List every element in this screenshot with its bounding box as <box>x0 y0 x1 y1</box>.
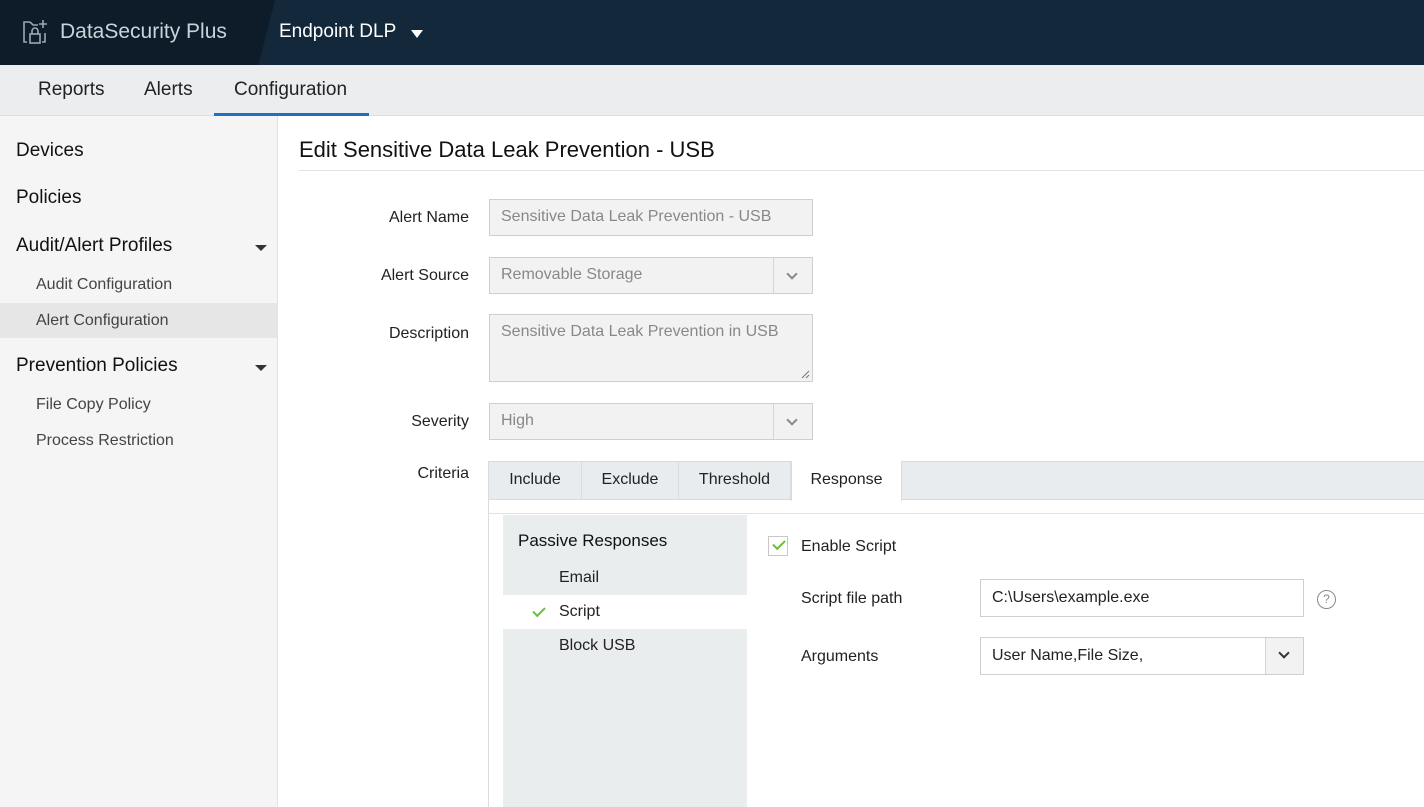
arguments-select[interactable]: User Name,File Size, <box>980 637 1304 675</box>
caret-down-icon[interactable] <box>255 365 267 371</box>
check-icon <box>532 603 546 618</box>
product-selector[interactable]: Endpoint DLP <box>279 21 396 43</box>
chevron-down-icon <box>1278 647 1290 659</box>
alert-name-field[interactable]: Sensitive Data Leak Prevention - USB <box>489 199 813 236</box>
dropdown-button[interactable] <box>1265 638 1303 674</box>
tab-reports[interactable]: Reports <box>18 65 125 116</box>
alert-name-label: Alert Name <box>388 209 469 226</box>
tab-threshold[interactable]: Threshold <box>679 461 791 500</box>
main-nav: Reports Alerts Configuration <box>0 65 1424 116</box>
alert-source-label: Alert Source <box>380 267 469 284</box>
help-icon[interactable]: ? <box>1317 590 1336 609</box>
passive-responses-title: Passive Responses <box>518 531 668 550</box>
alert-source-value: Removable Storage <box>501 266 643 283</box>
response-item-email[interactable]: Email <box>503 561 747 595</box>
criteria-tabs: Include Exclude Threshold Response <box>488 461 1424 501</box>
response-item-label: Block USB <box>559 637 636 654</box>
dropdown-button[interactable] <box>773 258 812 293</box>
severity-label: Severity <box>411 413 469 430</box>
chevron-down-icon <box>786 414 798 426</box>
tab-response[interactable]: Response <box>791 461 902 501</box>
page-title: Edit Sensitive Data Leak Prevention - US… <box>299 137 715 162</box>
sidebar-item-process-restriction[interactable]: Process Restriction <box>0 423 277 458</box>
check-icon <box>772 536 786 551</box>
sidebar-item-devices[interactable]: Devices <box>16 140 84 162</box>
enable-script-checkbox[interactable] <box>768 536 788 556</box>
enable-script-label: Enable Script <box>801 538 897 555</box>
response-item-label: Script <box>559 603 600 620</box>
main-content: Edit Sensitive Data Leak Prevention - US… <box>279 116 1424 807</box>
description-label: Description <box>388 325 469 342</box>
tab-exclude[interactable]: Exclude <box>582 461 679 500</box>
caret-down-icon[interactable] <box>411 30 423 38</box>
criteria-label: Criteria <box>417 465 469 482</box>
sidebar-item-file-copy-policy[interactable]: File Copy Policy <box>0 387 277 422</box>
divider <box>488 513 1424 514</box>
script-path-input[interactable]: C:\Users\example.exe <box>980 579 1304 617</box>
resize-handle-icon[interactable] <box>800 369 810 379</box>
folder-lock-icon <box>23 20 47 44</box>
divider <box>299 170 1424 171</box>
sidebar-item-prevention-policies[interactable]: Prevention Policies <box>16 355 178 377</box>
dropdown-button[interactable] <box>773 404 812 439</box>
severity-select[interactable]: High <box>489 403 813 440</box>
top-bar: DataSecurity Plus Endpoint DLP <box>0 0 1424 65</box>
sidebar-item-audit-configuration[interactable]: Audit Configuration <box>0 267 277 302</box>
chevron-down-icon <box>786 268 798 280</box>
description-textarea[interactable]: Sensitive Data Leak Prevention in USB <box>489 314 813 382</box>
sidebar-item-alert-configuration[interactable]: Alert Configuration <box>0 303 277 338</box>
tab-include[interactable]: Include <box>489 461 582 500</box>
sidebar-item-policies[interactable]: Policies <box>16 187 81 209</box>
response-item-block-usb[interactable]: Block USB <box>503 629 747 663</box>
arguments-label: Arguments <box>801 648 879 665</box>
brand-name: DataSecurity Plus <box>60 20 227 43</box>
description-value: Sensitive Data Leak Prevention in USB <box>501 323 779 340</box>
arguments-value: User Name,File Size, <box>992 647 1144 664</box>
alert-source-select[interactable]: Removable Storage <box>489 257 813 294</box>
tab-alerts[interactable]: Alerts <box>124 65 213 116</box>
script-path-label: Script file path <box>801 590 903 607</box>
response-item-label: Email <box>559 569 600 586</box>
sidebar: Devices Policies Audit/Alert Profiles Au… <box>0 116 278 807</box>
caret-down-icon[interactable] <box>255 245 267 251</box>
severity-value: High <box>501 412 534 429</box>
response-item-script[interactable]: Script <box>503 595 747 629</box>
passive-responses-panel: Passive Responses Email Script Block USB <box>503 515 747 807</box>
tab-configuration[interactable]: Configuration <box>214 65 369 116</box>
sidebar-item-audit-alert-profiles[interactable]: Audit/Alert Profiles <box>16 235 172 257</box>
